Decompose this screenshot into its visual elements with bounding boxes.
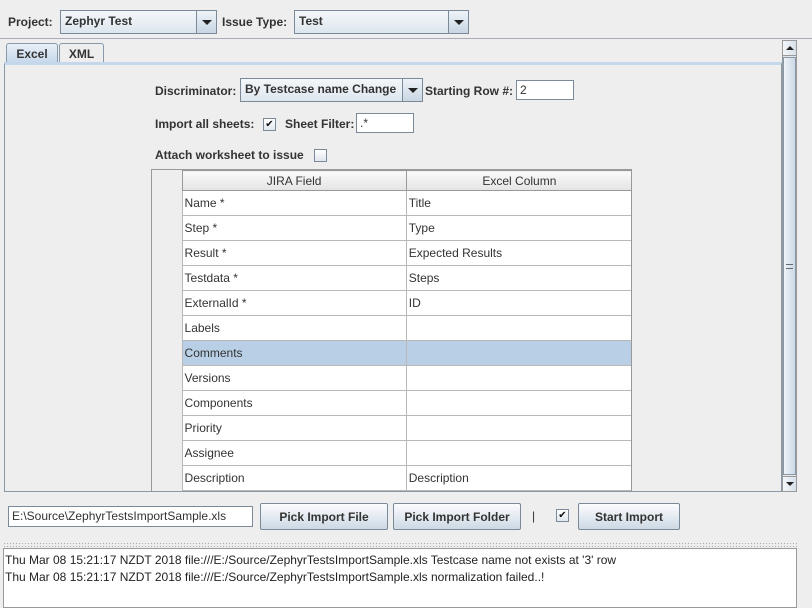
issue-type-label: Issue Type: xyxy=(222,15,288,29)
row-header xyxy=(152,390,183,416)
file-path-input[interactable]: E:\Source\ZephyrTestsImportSample.xls xyxy=(8,506,253,527)
project-combo[interactable]: Zephyr Test xyxy=(60,10,217,34)
table-row[interactable]: ExternalId * ID xyxy=(152,290,631,316)
jira-field-cell[interactable]: Name * xyxy=(181,190,407,216)
tab-excel-label: Excel xyxy=(16,46,48,61)
option-checkbox[interactable]: ✔ xyxy=(556,509,569,522)
table-row[interactable]: Step * Type xyxy=(152,215,631,241)
table-row[interactable]: Result * Expected Results xyxy=(152,240,631,266)
excel-column-cell[interactable] xyxy=(405,440,631,466)
column-header-excel-column[interactable]: Excel Column xyxy=(405,170,631,191)
starting-row-input[interactable]: 2 xyxy=(516,80,574,100)
jira-field-cell[interactable]: Result * xyxy=(181,240,407,266)
row-header xyxy=(152,340,183,366)
table-row[interactable]: Labels xyxy=(152,315,631,341)
row-header xyxy=(152,265,183,291)
jira-field-cell[interactable]: Components xyxy=(181,390,407,416)
attach-label: Attach worksheet to issue xyxy=(155,148,304,162)
excel-column-cell[interactable]: Title xyxy=(405,190,631,216)
row-header xyxy=(152,240,183,266)
row-header xyxy=(152,190,183,216)
table-row[interactable]: Testdata * Steps xyxy=(152,265,631,291)
table-row[interactable]: Components xyxy=(152,390,631,416)
row-header xyxy=(152,365,183,391)
table-row[interactable]: Versions xyxy=(152,365,631,391)
excel-column-cell[interactable] xyxy=(405,415,631,441)
row-header xyxy=(152,315,183,341)
start-import-button[interactable]: Start Import xyxy=(578,503,680,530)
tab-xml-label: XML xyxy=(68,46,95,61)
table-row[interactable]: Comments xyxy=(152,340,631,366)
excel-column-cell[interactable] xyxy=(405,315,631,341)
jira-field-cell[interactable]: Labels xyxy=(181,315,407,341)
excel-column-cell[interactable]: Description xyxy=(405,465,631,491)
scroll-down-arrow-icon[interactable] xyxy=(783,476,796,491)
jira-field-cell[interactable]: Versions xyxy=(181,365,407,391)
row-header xyxy=(152,465,183,491)
column-header-jira-field[interactable]: JIRA Field xyxy=(181,170,407,191)
divider xyxy=(0,38,812,39)
attach-checkbox[interactable] xyxy=(314,149,327,162)
chevron-down-icon[interactable] xyxy=(196,11,216,33)
excel-column-cell[interactable] xyxy=(405,340,631,366)
tab-excel[interactable]: Excel xyxy=(6,43,58,63)
excel-column-cell[interactable] xyxy=(405,390,631,416)
vertical-scrollbar[interactable] xyxy=(782,40,797,492)
jira-field-cell[interactable]: Testdata * xyxy=(181,265,407,291)
chevron-down-icon[interactable] xyxy=(448,11,468,33)
excel-column-cell[interactable]: Type xyxy=(405,215,631,241)
table-row[interactable]: Priority xyxy=(152,415,631,441)
scroll-up-arrow-icon[interactable] xyxy=(783,41,796,56)
import-all-label: Import all sheets: xyxy=(155,117,255,131)
issue-type-value: Test xyxy=(299,14,323,28)
jira-field-cell[interactable]: Priority xyxy=(181,415,407,441)
import-all-checkbox[interactable]: ✔ xyxy=(263,118,276,131)
excel-column-cell[interactable]: ID xyxy=(405,290,631,316)
row-header xyxy=(152,415,183,441)
project-value: Zephyr Test xyxy=(65,14,133,28)
excel-column-cell[interactable]: Expected Results xyxy=(405,240,631,266)
log-area[interactable]: Thu Mar 08 15:21:17 NZDT 2018 file:///E:… xyxy=(3,548,797,608)
jira-field-cell[interactable]: Comments xyxy=(181,340,407,366)
splitter-handle[interactable] xyxy=(3,542,797,547)
excel-column-cell[interactable] xyxy=(405,365,631,391)
tab-xml[interactable]: XML xyxy=(59,43,104,63)
log-line: Thu Mar 08 15:21:17 NZDT 2018 file:///E:… xyxy=(5,570,545,584)
table-row[interactable]: Description Description xyxy=(152,465,631,491)
scroll-thumb[interactable] xyxy=(783,57,796,475)
jira-field-cell[interactable]: Assignee xyxy=(181,440,407,466)
row-header xyxy=(152,440,183,466)
jira-field-cell[interactable]: ExternalId * xyxy=(181,290,407,316)
pick-import-file-button[interactable]: Pick Import File xyxy=(260,503,388,530)
table-row[interactable]: Assignee xyxy=(152,440,631,466)
table-row[interactable]: Name * Title xyxy=(152,190,631,216)
row-header xyxy=(152,290,183,316)
starting-row-label: Starting Row #: xyxy=(425,84,514,98)
sheet-filter-label: Sheet Filter: xyxy=(285,117,355,131)
pick-import-folder-button[interactable]: Pick Import Folder xyxy=(393,503,521,530)
issue-type-combo[interactable]: Test xyxy=(294,10,469,34)
excel-panel: Discriminator: By Testcase name Change S… xyxy=(4,62,782,492)
mapping-table: JIRA Field Excel Column Name * Title Step … xyxy=(151,169,632,491)
project-label: Project: xyxy=(8,15,53,29)
jira-field-cell[interactable]: Description xyxy=(181,465,407,491)
jira-field-cell[interactable]: Step * xyxy=(181,215,407,241)
log-line: Thu Mar 08 15:21:17 NZDT 2018 file:///E:… xyxy=(5,553,617,567)
row-header xyxy=(152,215,183,241)
excel-column-cell[interactable]: Steps xyxy=(405,265,631,291)
row-header-corner xyxy=(152,170,183,191)
sheet-filter-input[interactable]: .* xyxy=(356,113,414,133)
separator: | xyxy=(532,509,536,523)
discriminator-label: Discriminator: xyxy=(155,84,237,98)
discriminator-combo[interactable]: By Testcase name Change xyxy=(240,78,423,102)
discriminator-value: By Testcase name Change xyxy=(245,82,397,96)
chevron-down-icon[interactable] xyxy=(402,79,422,101)
